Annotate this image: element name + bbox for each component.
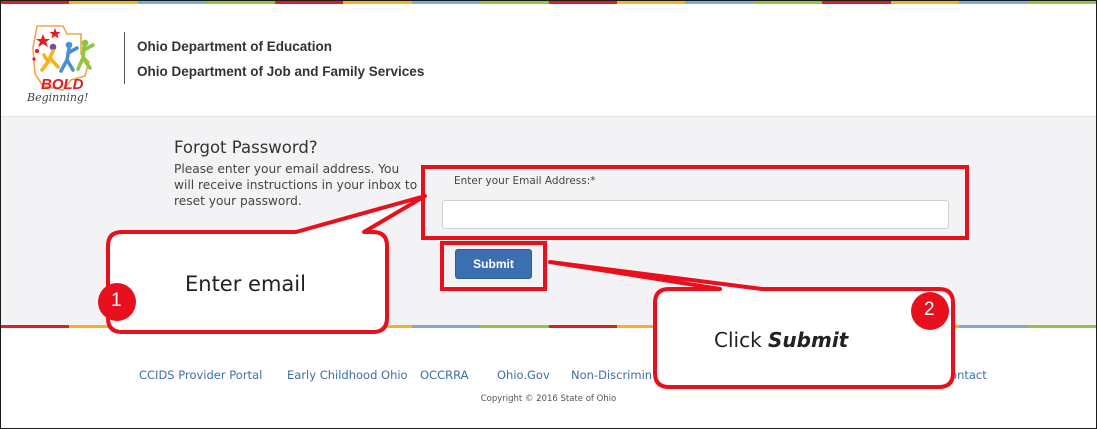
footer-link-non-discrimination[interactable]: Non-Discrimin [571, 368, 652, 382]
email-label: Enter your Email Address:* [454, 175, 596, 187]
callout-click-submit-text: Click Submit [714, 328, 848, 352]
submit-button[interactable]: Submit [455, 249, 532, 279]
callout-click-prefix: Click [714, 328, 769, 352]
site-footer: CCIDS Provider Portal Early Childhood Oh… [1, 328, 1096, 428]
site-header: BOLD Beginning! Ohio Department of Educa… [1, 4, 1096, 117]
footer-link-ohio-gov[interactable]: Ohio.Gov [497, 368, 550, 382]
email-input[interactable] [442, 200, 949, 229]
step-2-number: 2 [924, 299, 935, 320]
forgot-password-panel: Forgot Password? Please enter your email… [1, 117, 1096, 325]
footer-link-contact[interactable]: Contact [942, 368, 987, 382]
instructions-text: Please enter your email address. You wil… [174, 162, 418, 208]
footer-link-ccids-provider-portal[interactable]: CCIDS Provider Portal [139, 368, 262, 382]
callout-submit-emphasis: Submit [768, 328, 849, 352]
step-1-number: 1 [111, 290, 122, 311]
agency-name-job-family: Ohio Department of Job and Family Servic… [137, 64, 425, 79]
browser-frame: BOLD Beginning! Ohio Department of Educa… [0, 0, 1097, 429]
callout-enter-email-text: Enter email [185, 272, 306, 296]
copyright-text: Copyright © 2016 State of Ohio [480, 394, 617, 404]
footer-link-occrra[interactable]: OCCRRA [420, 368, 469, 382]
page-title: Forgot Password? [174, 138, 318, 157]
header-divider [124, 32, 125, 84]
footer-link-early-childhood-ohio[interactable]: Early Childhood Ohio [287, 368, 408, 382]
bold-beginning-logo[interactable]: BOLD Beginning! [23, 18, 115, 104]
svg-text:Beginning!: Beginning! [26, 91, 88, 104]
agency-name-education: Ohio Department of Education [137, 39, 333, 54]
